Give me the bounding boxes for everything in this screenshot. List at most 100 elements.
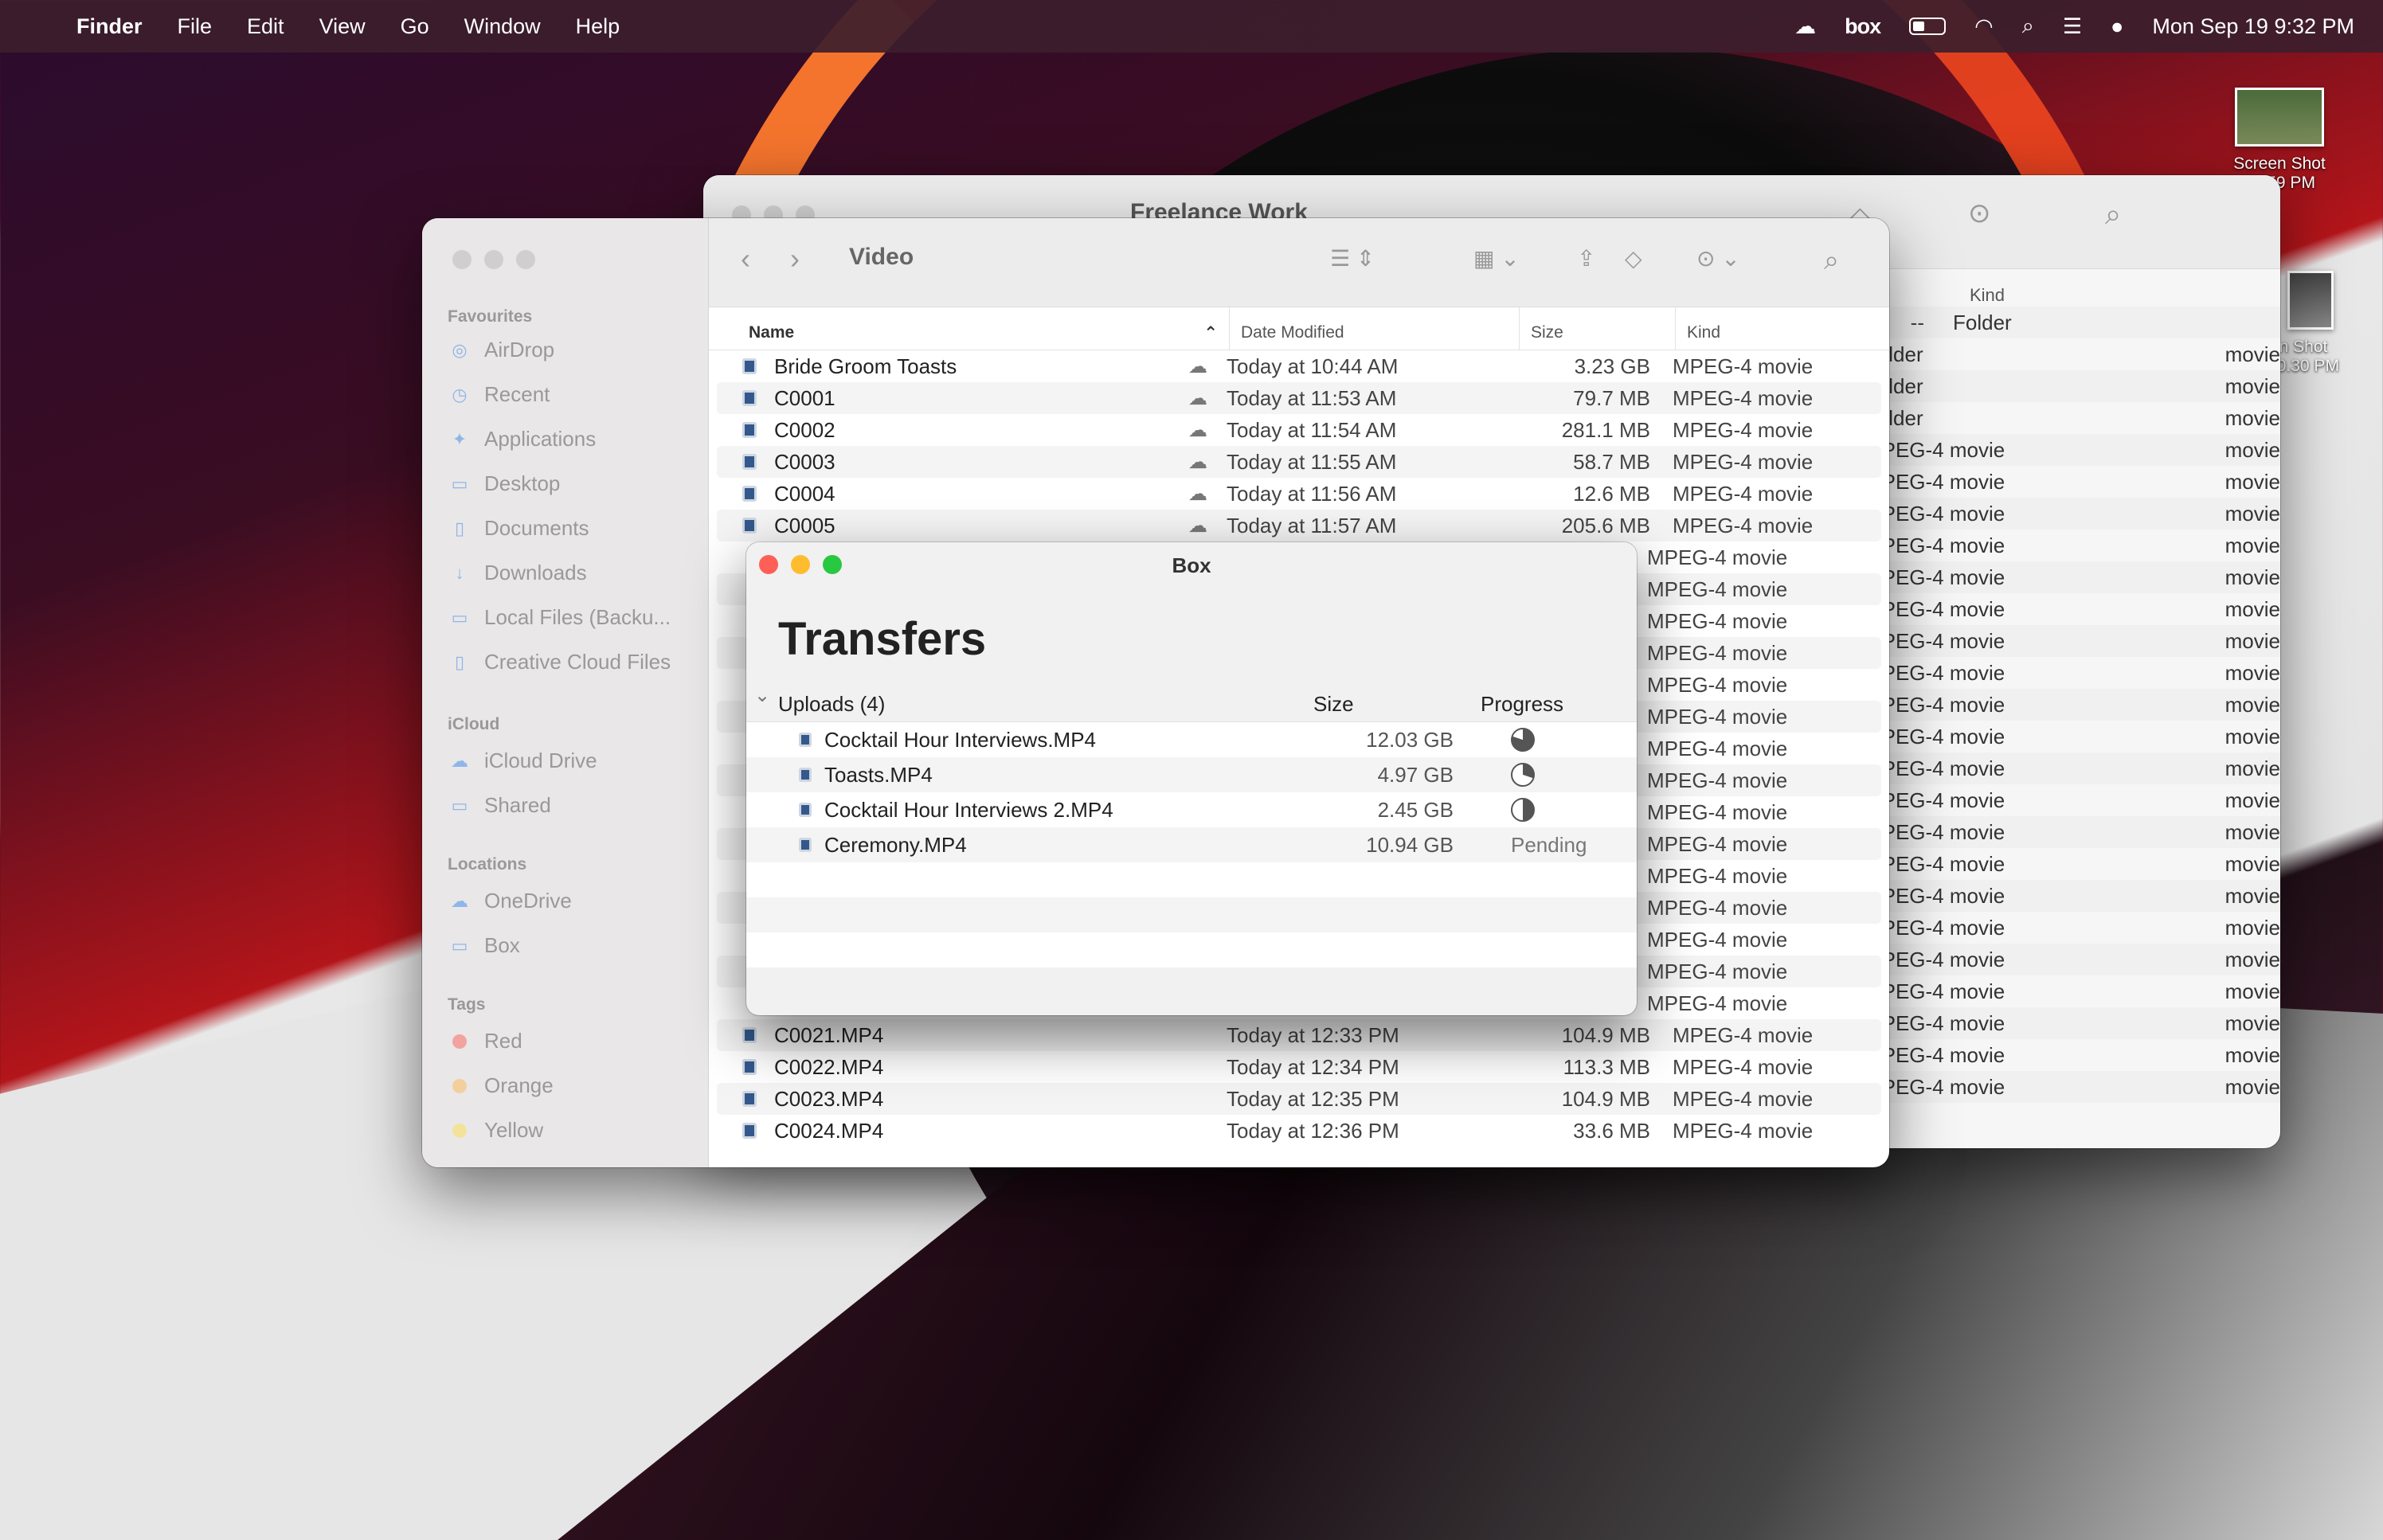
file-kind: MPEG-4 movie	[1673, 1022, 1814, 1047]
forward-arrow-icon[interactable]: ›	[790, 242, 800, 276]
uploads-table: Uploads (4) Size Progress Cocktail Hour …	[746, 684, 1637, 967]
list-view-icon[interactable]: ☰ ⇕	[1330, 245, 1375, 272]
upload-row[interactable]: Toasts.MP4 4.97 GB	[746, 757, 1637, 792]
file-row[interactable]: Bride Groom Toasts ☁ Today at 10:44 AM 3.23…	[717, 350, 1881, 382]
spotlight-search-icon[interactable]: ⌕	[2022, 14, 2034, 39]
upload-row[interactable]: Ceremony.MP4 10.94 GB Pending	[746, 827, 1637, 862]
file-kind: MPEG-4 movie	[1864, 565, 2005, 589]
sidebar-item-favourites[interactable]: ✦ Applications	[448, 427, 596, 451]
progress-pie-icon	[1511, 728, 1535, 752]
share-icon[interactable]: ⇪	[1577, 245, 1595, 272]
minimize-button[interactable]	[484, 250, 503, 269]
file-kind-far: movie	[2225, 756, 2280, 780]
uploads-group-label[interactable]: Uploads (4)	[746, 684, 1313, 717]
icloud-download-icon[interactable]: ☁	[1188, 514, 1220, 537]
sidebar-item-favourites[interactable]: ◎ AirDrop	[448, 338, 554, 362]
sidebar-item-favourites[interactable]: ▯ Creative Cloud Files	[448, 650, 671, 674]
zoom-button[interactable]	[516, 250, 535, 269]
file-name: Bride Groom Toasts	[774, 354, 957, 378]
uploads-header[interactable]: Uploads (4) Size Progress	[746, 684, 1637, 722]
group-view-icon[interactable]: ▦ ⌄	[1473, 245, 1520, 272]
control-center-icon[interactable]: ☰	[2063, 14, 2082, 39]
sidebar-item-icloud[interactable]: ▭ Shared	[448, 793, 551, 818]
file-size: 3.23 GB	[1574, 354, 1650, 378]
upload-row[interactable]: Cocktail Hour Interviews.MP4 12.03 GB	[746, 722, 1637, 757]
file-kind: MPEG-4 movie	[1647, 672, 1788, 697]
file-kind: MPEG-4 movie	[1864, 533, 2005, 557]
column-header-size[interactable]: Size	[1520, 307, 1676, 350]
search-icon[interactable]: ⌕	[2105, 197, 2121, 232]
file-kind: MPEG-4 movie	[1864, 501, 2005, 526]
column-header-name[interactable]: Name ⌃	[709, 307, 1230, 350]
menu-go[interactable]: Go	[401, 14, 429, 39]
sidebar-item-favourites[interactable]: ◷ Recent	[448, 382, 550, 407]
icloud-download-icon[interactable]: ☁	[1188, 483, 1220, 506]
file-date: Today at 12:36 PM	[1227, 1118, 1399, 1143]
file-kind: MPEG-4 movie	[1864, 1010, 2005, 1035]
file-row[interactable]: C0002 ☁ Today at 11:54 AM 281.1 MB MPEG-4 mo…	[717, 414, 1881, 446]
menu-clock[interactable]: Mon Sep 19 9:32 PM	[2152, 14, 2354, 39]
sidebar-tag-orange[interactable]: Orange	[448, 1073, 554, 1098]
more-options-icon[interactable]: ⊙	[1968, 197, 1991, 229]
file-name: C0004	[774, 481, 835, 506]
search-icon[interactable]: ⌕	[1824, 245, 1839, 276]
screenshot-thumbnail	[2287, 271, 2334, 330]
file-row[interactable]: C0003 ☁ Today at 11:55 AM 58.7 MB MPEG-4 mov…	[717, 446, 1881, 478]
column-header-kind[interactable]: Kind	[1676, 307, 1720, 350]
icloud-download-icon[interactable]: ☁	[1188, 451, 1220, 474]
file-date: Today at 11:57 AM	[1227, 513, 1397, 537]
menu-help[interactable]: Help	[576, 14, 620, 39]
file-row[interactable]: C0004 ☁ Today at 11:56 AM 12.6 MB MPEG-4 mov…	[717, 478, 1881, 510]
icloud-download-icon[interactable]: ☁	[1188, 387, 1220, 410]
upload-row[interactable]: Cocktail Hour Interviews 2.MP4 2.45 GB	[746, 792, 1637, 827]
menu-file[interactable]: File	[178, 14, 213, 39]
sidebar-tag-red[interactable]: Red	[448, 1029, 522, 1053]
progress-column-header: Progress	[1481, 692, 1564, 716]
back-arrow-icon[interactable]: ‹	[741, 242, 750, 276]
file-size: 12.6 MB	[1573, 481, 1650, 506]
file-row[interactable]: C0024.MP4 Today at 12:36 PM 33.6 MB MPEG-4 …	[717, 1115, 1881, 1147]
cloud-error-icon[interactable]: ☁	[1794, 14, 1816, 39]
file-row[interactable]: C0022.MP4 Today at 12:34 PM 113.3 MB MPEG-4…	[717, 1051, 1881, 1083]
file-row[interactable]: C0001 ☁ Today at 11:53 AM 79.7 MB MPEG-4 mov…	[717, 382, 1881, 414]
menu-window[interactable]: Window	[464, 14, 541, 39]
sidebar-item-label: AirDrop	[484, 338, 555, 362]
file-row[interactable]: C0005 ☁ Today at 11:57 AM 205.6 MB MPEG-4 mo…	[717, 510, 1881, 541]
file-row[interactable]: C0023.MP4 Today at 12:35 PM 104.9 MB MPEG-4…	[717, 1083, 1881, 1115]
more-options-icon[interactable]: ⊙ ⌄	[1696, 245, 1740, 272]
file-name: C0001	[774, 385, 835, 410]
menu-edit[interactable]: Edit	[247, 14, 284, 39]
siri-icon[interactable]: ●	[2111, 14, 2123, 39]
wifi-icon[interactable]: ◠	[1974, 14, 1994, 39]
cloud-icon: ☁	[451, 890, 468, 911]
column-header-kind[interactable]: Kind	[1970, 271, 2280, 305]
close-button[interactable]	[452, 250, 472, 269]
sidebar-item-favourites[interactable]: ▭ Local Files (Backu...	[448, 605, 671, 630]
box-menu-icon[interactable]: box	[1845, 14, 1881, 39]
file-row[interactable]: C0021.MP4 Today at 12:33 PM 104.9 MB MPEG-4…	[717, 1019, 1881, 1051]
file-name: C0003	[774, 449, 835, 474]
icloud-download-icon[interactable]: ☁	[1188, 355, 1220, 378]
sidebar-item-locations[interactable]: ▭ Box	[448, 933, 520, 958]
sidebar-item-icloud[interactable]: ☁ iCloud Drive	[448, 749, 597, 773]
sidebar-item-favourites[interactable]: ▯ Documents	[448, 516, 589, 541]
box-window-title: Box	[1172, 553, 1211, 577]
progress-pie-icon	[1511, 763, 1535, 787]
menu-app-name[interactable]: Finder	[76, 14, 143, 39]
upload-file-size: 2.45 GB	[1377, 797, 1454, 822]
sidebar-item-favourites[interactable]: ↓ Downloads	[448, 561, 587, 585]
column-header-date[interactable]: Date Modified	[1230, 307, 1520, 350]
upload-file-name: Cocktail Hour Interviews.MP4	[824, 727, 1096, 752]
icloud-download-icon[interactable]: ☁	[1188, 419, 1220, 442]
window-title: Video	[849, 244, 914, 270]
battery-icon[interactable]	[1909, 18, 1947, 35]
sidebar-item-favourites[interactable]: ▭ Desktop	[448, 471, 561, 496]
folder-icon: ↓	[455, 562, 464, 583]
file-name: C0002	[774, 417, 835, 442]
sidebar-tag-yellow[interactable]: Yellow	[448, 1118, 543, 1143]
sidebar-item-locations[interactable]: ☁ OneDrive	[448, 889, 572, 913]
menu-view[interactable]: View	[319, 14, 366, 39]
file-kind: MPEG-4 movie	[1864, 947, 2005, 971]
box-transfers-window[interactable]: Box Transfers Uploads (4) Size Progress …	[746, 542, 1637, 1015]
tag-icon[interactable]: ◇	[1625, 245, 1642, 272]
